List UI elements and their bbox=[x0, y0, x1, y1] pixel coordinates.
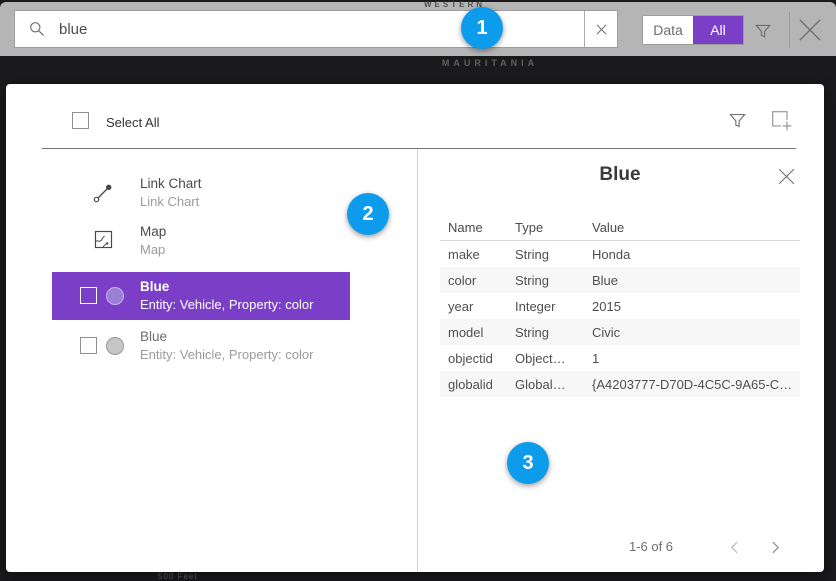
search-scope-toggle: Data All bbox=[642, 15, 744, 45]
toolbar-divider bbox=[789, 12, 790, 48]
search-icon bbox=[15, 11, 59, 47]
pagination-prev-button[interactable] bbox=[724, 537, 744, 557]
result-title: Blue bbox=[140, 279, 350, 294]
cell-value: Blue bbox=[592, 273, 800, 288]
pagination-range-label: 1-6 of 6 bbox=[606, 539, 696, 554]
attribute-table: Name Type Value make String Honda color … bbox=[440, 214, 800, 397]
close-search-button[interactable] bbox=[794, 15, 826, 45]
detail-close-button[interactable] bbox=[776, 166, 796, 186]
cell-type: Integer bbox=[515, 299, 592, 314]
search-results-panel: Select All Link Chart Link Chart Map Map… bbox=[6, 84, 824, 572]
cell-type: String bbox=[515, 325, 592, 340]
chevron-left-icon bbox=[730, 541, 739, 554]
scope-data-button[interactable]: Data bbox=[643, 16, 693, 44]
cell-name: globalid bbox=[440, 377, 515, 392]
filter-funnel-icon bbox=[754, 22, 772, 40]
result-item-blue[interactable]: Blue Entity: Vehicle, Property: color bbox=[52, 324, 350, 368]
list-detail-divider bbox=[417, 149, 418, 571]
close-x-icon bbox=[797, 17, 823, 43]
filter-button[interactable] bbox=[750, 18, 776, 44]
annotation-callout-1: 1 bbox=[461, 7, 503, 49]
table-row: model String Civic bbox=[440, 319, 800, 345]
result-subtitle: Entity: Vehicle, Property: color bbox=[140, 347, 350, 362]
table-row: objectid Object… 1 bbox=[440, 345, 800, 371]
search-box bbox=[14, 10, 618, 48]
table-row: globalid Global… {A4203777-D70D-4C5C-9A6… bbox=[440, 371, 800, 397]
column-header-type: Type bbox=[515, 220, 592, 235]
result-checkbox[interactable] bbox=[80, 287, 97, 304]
cell-type: Global… bbox=[515, 377, 592, 392]
cell-type: String bbox=[515, 247, 592, 262]
search-toolbar: Data All bbox=[0, 2, 836, 56]
result-item-map[interactable]: Map Map bbox=[92, 224, 166, 257]
add-to-map-button[interactable] bbox=[770, 109, 794, 133]
link-chart-icon bbox=[92, 182, 114, 209]
cell-name: objectid bbox=[440, 351, 515, 366]
chevron-right-icon bbox=[771, 541, 780, 554]
result-title: Map bbox=[140, 224, 166, 239]
pagination-next-button[interactable] bbox=[765, 537, 785, 557]
detail-title: Blue bbox=[440, 164, 800, 186]
clear-search-button[interactable] bbox=[584, 11, 617, 47]
panel-header-divider bbox=[42, 148, 796, 149]
result-title: Blue bbox=[140, 329, 350, 344]
result-item-link-chart[interactable]: Link Chart Link Chart bbox=[92, 176, 202, 209]
close-x-icon bbox=[778, 168, 795, 185]
result-checkbox[interactable] bbox=[80, 337, 97, 354]
cell-value: Honda bbox=[592, 247, 800, 262]
cell-type: String bbox=[515, 273, 592, 288]
annotation-callout-3: 3 bbox=[507, 442, 549, 484]
cell-name: model bbox=[440, 325, 515, 340]
result-title: Link Chart bbox=[140, 176, 202, 191]
entity-circle-icon bbox=[106, 287, 124, 305]
result-subtitle: Link Chart bbox=[140, 194, 202, 209]
cell-value: 2015 bbox=[592, 299, 800, 314]
map-icon bbox=[94, 230, 113, 254]
table-row: color String Blue bbox=[440, 267, 800, 293]
table-row: make String Honda bbox=[440, 241, 800, 267]
clear-x-icon bbox=[596, 24, 607, 35]
table-row: year Integer 2015 bbox=[440, 293, 800, 319]
results-filter-button[interactable] bbox=[728, 111, 750, 133]
attribute-table-header: Name Type Value bbox=[440, 214, 800, 241]
annotation-callout-2: 2 bbox=[347, 193, 389, 235]
cell-name: make bbox=[440, 247, 515, 262]
search-input[interactable] bbox=[59, 11, 584, 47]
cell-type: Object… bbox=[515, 351, 592, 366]
select-all-label: Select All bbox=[106, 115, 159, 130]
result-subtitle: Map bbox=[140, 242, 166, 257]
cell-name: color bbox=[440, 273, 515, 288]
filter-funnel-icon bbox=[728, 111, 747, 130]
cell-name: year bbox=[440, 299, 515, 314]
entity-circle-icon bbox=[106, 337, 124, 355]
result-subtitle: Entity: Vehicle, Property: color bbox=[140, 297, 350, 312]
scope-all-button[interactable]: All bbox=[693, 16, 743, 44]
cell-value: {A4203777-D70D-4C5C-9A65-C… bbox=[592, 377, 800, 392]
map-label-mauritania: MAURITANIA bbox=[410, 58, 570, 68]
column-header-value: Value bbox=[592, 220, 800, 235]
select-all-checkbox[interactable] bbox=[72, 112, 89, 129]
column-header-name: Name bbox=[440, 220, 515, 235]
cell-value: 1 bbox=[592, 351, 800, 366]
map-scale-label: 500 Feet bbox=[158, 572, 198, 581]
square-plus-icon bbox=[770, 109, 793, 132]
cell-value: Civic bbox=[592, 325, 800, 340]
result-item-blue-selected[interactable]: Blue Entity: Vehicle, Property: color bbox=[52, 272, 350, 320]
